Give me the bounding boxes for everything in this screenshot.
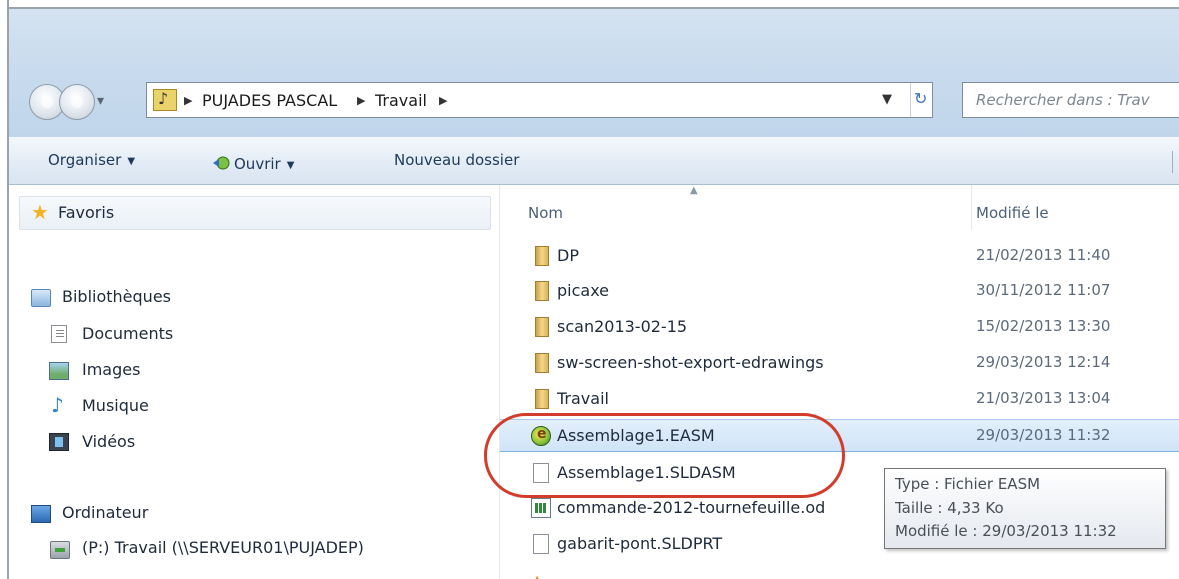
- file-name: Travail: [557, 389, 609, 408]
- sidebar-item-label: Musique: [82, 396, 149, 415]
- file-row[interactable]: scan2013-02-15 15/02/2013 13:30: [500, 311, 1179, 342]
- file-name: picaxe: [557, 281, 610, 300]
- column-header-name[interactable]: Nom: [528, 204, 563, 222]
- file-date: 29/03/2013 12:14: [976, 353, 1111, 371]
- sidebar-item-label: Images: [82, 360, 141, 379]
- breadcrumb-pujades-pascal[interactable]: PUJADES PASCAL: [202, 91, 337, 110]
- network-drive-icon: [50, 541, 70, 559]
- sidebar-item-label: Ordinateur: [62, 503, 149, 522]
- tooltip-size: Taille : 4,33 Ko: [895, 499, 1004, 517]
- refresh-icon: ↻: [914, 89, 928, 108]
- organize-label: Organiser: [48, 151, 122, 169]
- toolbar-divider: [1172, 151, 1173, 173]
- sidebar-item-label: Documents: [82, 324, 174, 343]
- file-date: 30/11/2012 11:07: [976, 281, 1111, 299]
- search-placeholder: Rechercher dans : Trav: [976, 91, 1150, 109]
- sidebar-item-favorites[interactable]: ★ Favoris: [19, 196, 491, 230]
- sidebar-item-label: (P:) Travail (\\SERVEUR01\PUJADEP): [82, 538, 364, 557]
- open-label: Ouvrir: [234, 155, 281, 173]
- title-bar: ▾ ▶ PUJADES PASCAL ▶ Travail ▶ ▼ ↻ Reche…: [9, 9, 1179, 137]
- file-row[interactable]: DP 21/02/2013 11:40: [500, 240, 1179, 271]
- spreadsheet-file-icon: [531, 498, 551, 518]
- file-name: DP: [557, 246, 579, 265]
- forward-button[interactable]: [59, 84, 95, 120]
- video-icon: [49, 433, 69, 451]
- command-bar: Organiser ▼ Ouvrir ▼ Nouveau dossier: [9, 137, 1179, 185]
- star-icon: ★: [31, 200, 49, 224]
- folder-icon: [535, 246, 549, 266]
- breadcrumb-arrow-icon[interactable]: ▶: [184, 94, 192, 107]
- explorer-window: ▾ ▶ PUJADES PASCAL ▶ Travail ▶ ▼ ↻ Reche…: [9, 9, 1179, 579]
- file-icon: [533, 463, 549, 483]
- file-date: 15/02/2013 13:30: [976, 317, 1111, 335]
- file-name: sw-screen-shot-export-edrawings: [557, 353, 824, 372]
- file-date: 29/03/2013 11:32: [976, 426, 1111, 444]
- chevron-down-icon: ▼: [127, 156, 136, 167]
- folder-icon: [535, 389, 549, 409]
- file-row[interactable]: Travail 21/03/2013 13:04: [500, 383, 1179, 414]
- open-menu-button[interactable]: Ouvrir ▼: [212, 151, 294, 173]
- organize-menu-button[interactable]: Organiser ▼: [48, 151, 135, 169]
- recent-pages-dropdown-icon[interactable]: ▾: [97, 93, 104, 109]
- music-note-icon: ♪: [51, 393, 64, 417]
- sidebar-item-label: Vidéos: [82, 432, 136, 451]
- file-row-selected[interactable]: Assemblage1.EASM 29/03/2013 11:32: [500, 419, 1179, 452]
- file-date: 21/03/2013 13:04: [976, 389, 1111, 407]
- file-name: scan2013-02-15: [557, 317, 688, 336]
- file-name: Assemblage1.SLDASM: [557, 463, 736, 482]
- sidebar-item-label: Favoris: [58, 203, 115, 222]
- window-top-frame: [0, 0, 1179, 9]
- file-name: gabarit-pont.SLDPRT: [557, 534, 723, 553]
- file-date: 21/02/2013 11:40: [976, 246, 1111, 264]
- file-row[interactable]: sw-screen-shot-export-edrawings 29/03/20…: [500, 347, 1179, 378]
- navigation-pane: ★ Favoris Bibliothèques Documents Images…: [9, 185, 497, 579]
- computer-icon: [31, 505, 51, 523]
- file-icon: [533, 534, 549, 554]
- file-name: Assemblage1.EASM: [557, 426, 715, 445]
- folder-icon: [535, 281, 549, 301]
- address-bar[interactable]: ▶ PUJADES PASCAL ▶ Travail ▶ ▼ ↻: [146, 82, 933, 118]
- warning-file-icon: ▲: [531, 571, 551, 579]
- open-with-icon: [213, 156, 230, 170]
- refresh-button[interactable]: ↻: [910, 83, 933, 117]
- folder-icon: [535, 317, 549, 337]
- sort-ascending-icon: ▲: [690, 185, 698, 196]
- column-header-modified[interactable]: Modifié le: [976, 204, 1049, 222]
- file-info-tooltip: Type : Fichier EASM Taille : 4,33 Ko Mod…: [884, 468, 1166, 549]
- file-row[interactable]: picaxe 30/11/2012 11:07: [500, 275, 1179, 306]
- search-box[interactable]: Rechercher dans : Trav: [962, 82, 1179, 118]
- chevron-down-icon: ▼: [286, 160, 295, 171]
- document-icon: [51, 325, 67, 343]
- breadcrumb-arrow-icon[interactable]: ▶: [439, 94, 447, 107]
- breadcrumb-arrow-icon[interactable]: ▶: [357, 94, 365, 107]
- file-name: commande-2012-tournefeuille.od: [557, 498, 826, 517]
- folder-icon: [535, 353, 549, 373]
- sidebar-item-label: Bibliothèques: [62, 287, 171, 306]
- address-dropdown-icon[interactable]: ▼: [882, 92, 892, 107]
- tooltip-type: Type : Fichier EASM: [895, 475, 1041, 493]
- library-folder-icon: [153, 89, 177, 111]
- breadcrumb-travail[interactable]: Travail: [375, 91, 427, 110]
- window-left-frame: [0, 0, 9, 579]
- column-divider[interactable]: [971, 185, 972, 230]
- tooltip-modified: Modifié le : 29/03/2013 11:32: [895, 522, 1117, 540]
- edrawings-file-icon: [531, 426, 551, 446]
- library-icon: [31, 289, 51, 307]
- file-row[interactable]: ▲: [500, 565, 1179, 579]
- new-folder-button[interactable]: Nouveau dossier: [394, 151, 519, 169]
- image-icon: [49, 362, 69, 380]
